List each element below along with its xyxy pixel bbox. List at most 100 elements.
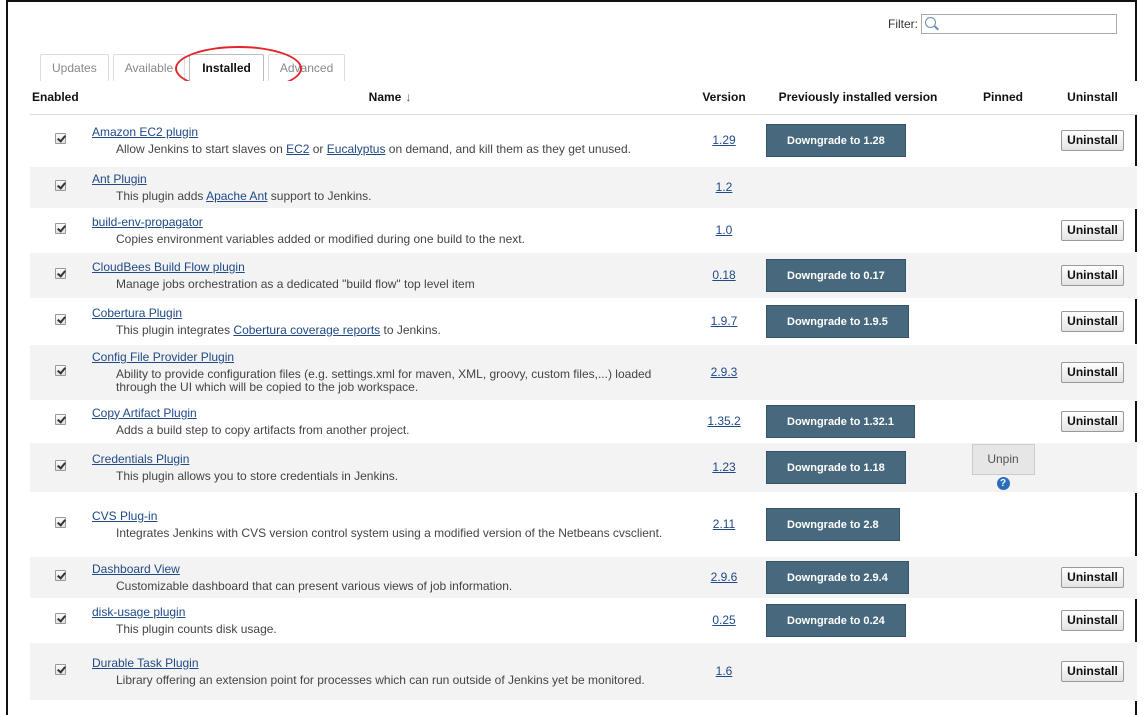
uninstall-button[interactable]: Uninstall [1061,310,1124,332]
plugin-info-cell: disk-usage plugin This plugin counts disk… [90,598,690,643]
uninstall-cell: Uninstall [1048,208,1137,253]
version-link[interactable]: 1.6 [716,664,733,678]
filter-input[interactable] [921,14,1117,34]
version-link[interactable]: 1.35.2 [707,414,740,428]
description-text: This plugin integrates [116,322,234,337]
plugin-name-link[interactable]: Durable Task Plugin [92,656,690,670]
col-pinned[interactable]: Pinned [958,81,1048,115]
version-link[interactable]: 0.25 [712,613,735,627]
table-row: build-env-propagator Copies environment v… [30,208,1137,253]
version-link[interactable]: 1.2 [716,180,733,194]
col-enabled[interactable]: Enabled [30,81,90,115]
description-link[interactable]: Cobertura coverage reports [233,323,380,337]
search-icon [925,17,936,28]
enabled-checkbox[interactable] [54,180,66,191]
enabled-cell [30,208,90,253]
enabled-checkbox[interactable] [54,517,66,528]
uninstall-button[interactable]: Uninstall [1061,660,1124,682]
plugin-info-cell: Ant Plugin This plugin adds Apache Ant su… [90,166,690,209]
plugin-name-link[interactable]: CVS Plug-in [92,509,690,523]
previous-version-cell [758,642,958,701]
enabled-checkbox[interactable] [54,460,66,471]
downgrade-button[interactable]: Downgrade to 2.9.4 [766,560,909,594]
version-link[interactable]: 2.9.3 [711,365,738,379]
enabled-checkbox[interactable] [54,414,66,425]
version-link[interactable]: 2.11 [713,517,735,531]
description-text: support to Jenkins. [267,188,372,203]
enabled-checkbox[interactable] [54,268,66,279]
description-text: Copies environment variables added or mo… [116,231,525,246]
version-cell: 1.6 [690,642,758,701]
unpin-button[interactable]: Unpin [971,444,1035,475]
pinned-cell: Unpin? [958,442,1048,493]
plugin-name-link[interactable]: Config File Provider Plugin [92,350,690,364]
description-text: This plugin adds [116,188,207,203]
description-link[interactable]: EC2 [286,142,309,156]
plugin-description: Library offering an extension point for … [116,672,690,687]
uninstall-button[interactable]: Uninstall [1061,609,1124,631]
downgrade-button[interactable]: Downgrade to 1.9.5 [766,304,909,338]
enabled-checkbox[interactable] [54,223,66,234]
uninstall-button[interactable]: Uninstall [1061,410,1124,432]
uninstall-button[interactable]: Uninstall [1061,129,1124,151]
plugin-name-link[interactable]: Cobertura Plugin [92,306,690,320]
enabled-checkbox[interactable] [54,570,66,581]
col-version[interactable]: Version [690,81,758,115]
enabled-checkbox[interactable] [54,664,66,675]
uninstall-button[interactable]: Uninstall [1061,219,1124,241]
enabled-checkbox[interactable] [54,365,66,376]
plugin-name-link[interactable]: CloudBees Build Flow plugin [92,260,690,274]
col-uninstall[interactable]: Uninstall [1048,81,1137,115]
plugin-description: This plugin adds Apache Ant support to J… [116,188,690,203]
description-text: Library offering an extension point for … [116,672,645,687]
plugin-info-cell: CloudBees Build Flow plugin Manage jobs o… [90,252,690,299]
downgrade-button[interactable]: Downgrade to 0.17 [766,258,906,292]
filter-label: Filter: [888,17,918,31]
plugin-description: Allow Jenkins to start slaves on EC2 or … [116,142,690,156]
downgrade-button[interactable]: Downgrade to 1.28 [766,123,906,157]
downgrade-button[interactable]: Downgrade to 1.32.1 [766,404,915,438]
col-name[interactable]: Name ↓ [90,81,690,115]
version-link[interactable]: 1.23 [712,460,735,474]
uninstall-button[interactable]: Uninstall [1061,264,1124,286]
uninstall-button[interactable]: Uninstall [1061,361,1124,383]
version-cell: 1.0 [690,208,758,253]
description-link[interactable]: Apache Ant [206,189,267,203]
downgrade-button[interactable]: Downgrade to 1.18 [766,450,906,484]
enabled-checkbox[interactable] [54,314,66,325]
help-icon[interactable]: ? [996,477,1010,490]
tab-updates[interactable]: Updates [40,54,109,81]
downgrade-button[interactable]: Downgrade to 2.8 [766,507,900,541]
plugin-name-link[interactable]: Credentials Plugin [92,452,690,466]
enabled-checkbox[interactable] [54,133,66,144]
enabled-cell [30,344,90,401]
plugin-name-link[interactable]: Amazon EC2 plugin [92,125,690,139]
version-link[interactable]: 1.9.7 [711,314,738,328]
plugin-info-cell: Copy Artifact Plugin Adds a build step to… [90,400,690,443]
plugin-name-link[interactable]: Dashboard View [92,562,690,576]
plugin-name-link[interactable]: build-env-propagator [92,215,690,229]
version-cell: 1.35.2 [690,400,758,443]
version-cell: 1.29 [690,114,758,167]
version-link[interactable]: 1.0 [716,223,733,237]
version-link[interactable]: 2.9.6 [711,570,738,584]
uninstall-button[interactable]: Uninstall [1061,566,1124,588]
plugin-description: Integrates Jenkins with CVS version cont… [116,526,690,540]
table-row: Credentials Plugin This plugin allows you… [30,442,1137,493]
version-cell: 2.11 [690,492,758,557]
version-link[interactable]: 0.18 [712,268,735,282]
plugin-name-link[interactable]: disk-usage plugin [92,605,690,619]
downgrade-button[interactable]: Downgrade to 0.24 [766,603,906,637]
plugin-name-link[interactable]: Copy Artifact Plugin [92,406,690,420]
plugin-info-cell: Durable Task Plugin Library offering an e… [90,642,690,701]
plugin-name-link[interactable]: Ant Plugin [92,172,690,186]
pinned-cell [958,642,1048,701]
version-link[interactable]: 1.29 [712,133,735,147]
previous-version-cell: Downgrade to 2.8 [758,492,958,557]
enabled-cell [30,400,90,443]
description-link[interactable]: Eucalyptus [327,142,386,156]
enabled-cell [30,598,90,643]
col-previous-version[interactable]: Previously installed version [758,81,958,115]
table-row: disk-usage plugin This plugin counts disk… [30,598,1137,643]
enabled-checkbox[interactable] [54,613,66,624]
